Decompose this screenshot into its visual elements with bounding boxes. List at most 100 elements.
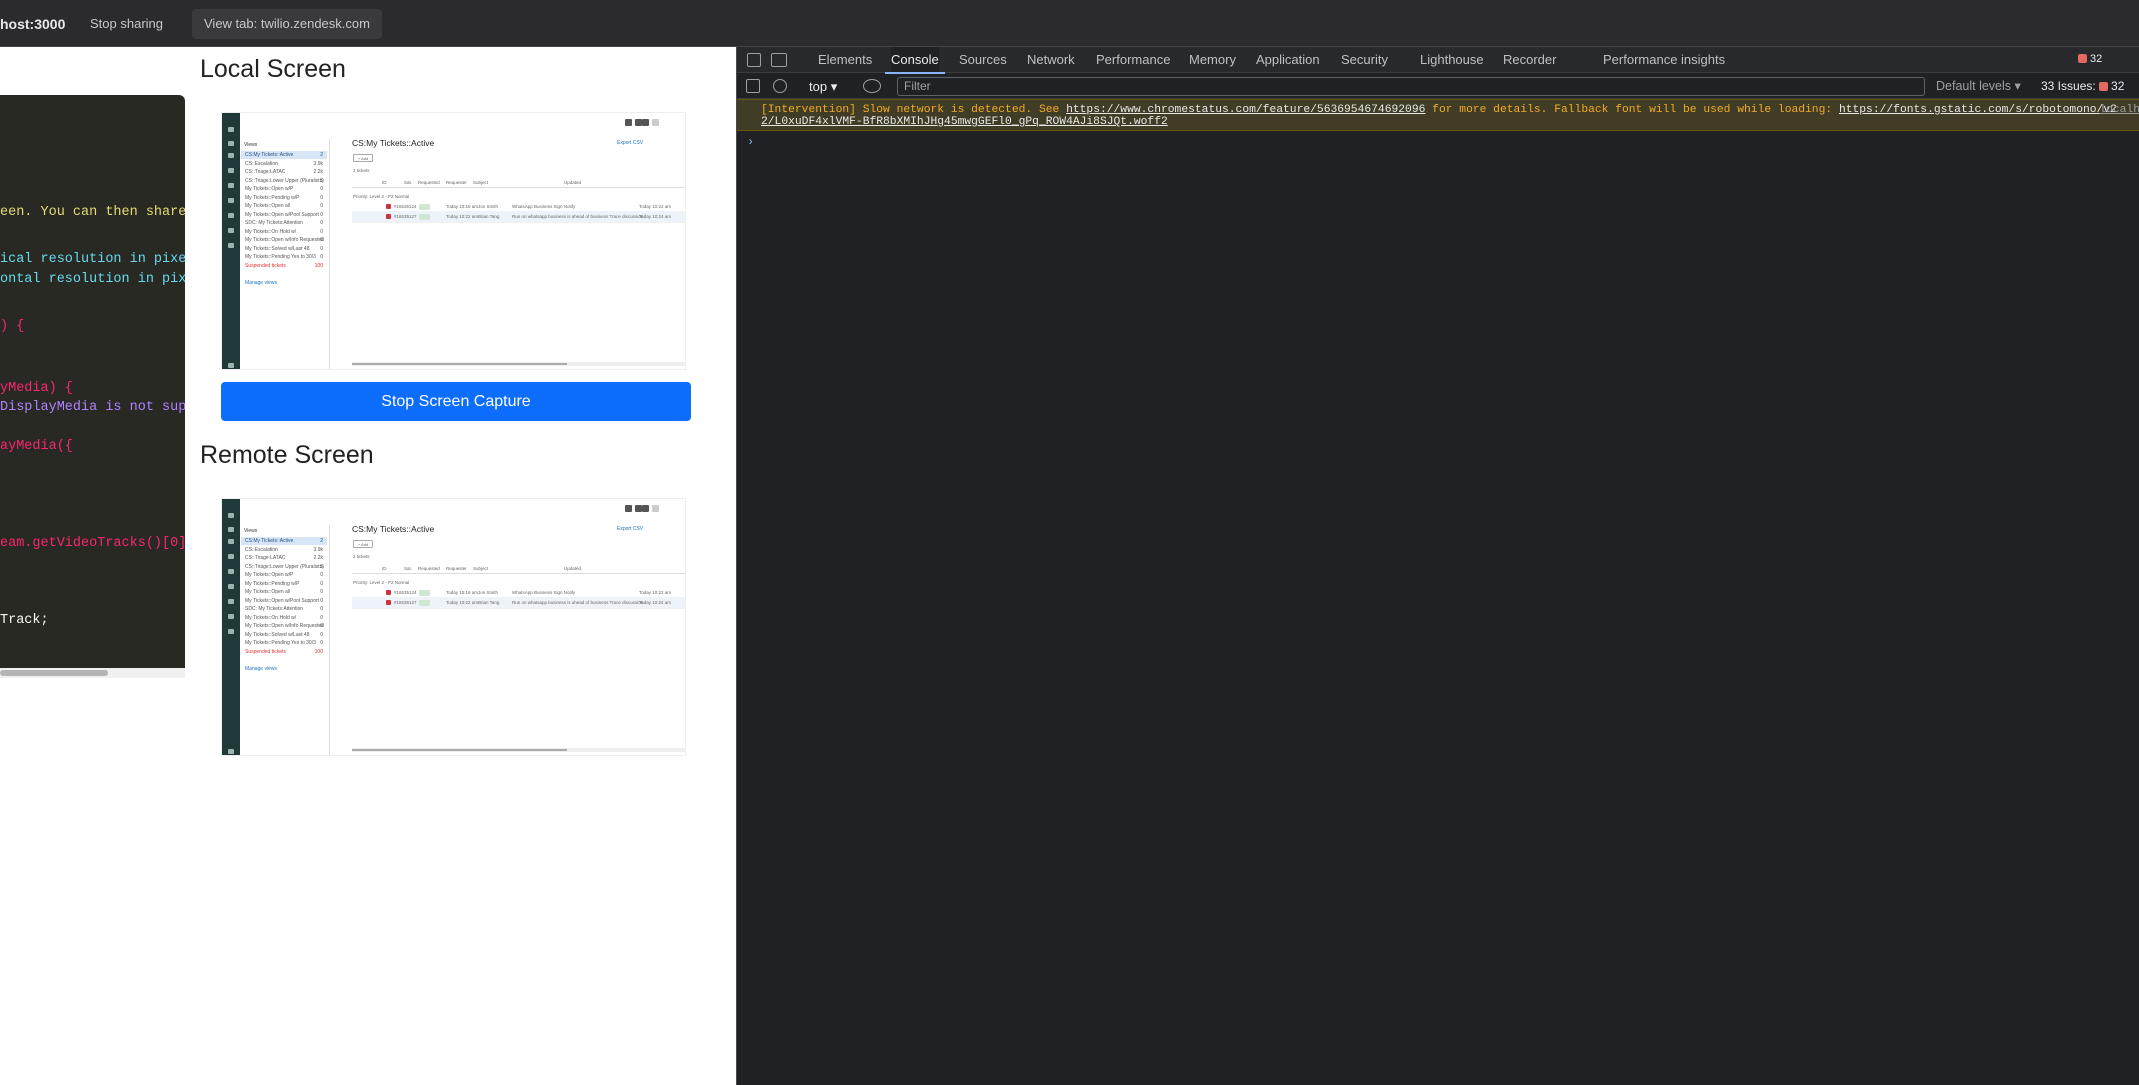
view-count: 0 bbox=[320, 623, 323, 629]
view-item: CS:My Tickets::Active 2 bbox=[241, 537, 327, 545]
view-item: Suspended tickets 100 bbox=[241, 648, 327, 656]
shared-page-title: CS:My Tickets::Active bbox=[352, 524, 435, 534]
tab-recorder[interactable]: Recorder bbox=[1503, 47, 1556, 73]
code-line: Track; bbox=[0, 613, 49, 628]
sat-badge bbox=[419, 600, 430, 606]
view-label: Manage views bbox=[245, 280, 277, 286]
nav-rail-icon bbox=[228, 243, 234, 248]
view-item: My Tickets::Open w/Pool Support 0 bbox=[241, 597, 327, 605]
code-line: een. You can then share bbox=[0, 205, 185, 220]
view-count: 0 bbox=[320, 220, 323, 226]
add-button: + Add bbox=[353, 154, 373, 162]
views-header: Views bbox=[244, 142, 258, 148]
ticket-requester: Brian Tang bbox=[478, 214, 500, 219]
ticket-requester: Brian Tang bbox=[478, 600, 500, 605]
tab-console[interactable]: Console bbox=[885, 47, 945, 74]
view-item: My Tickets::Solved w/Last 48 0 bbox=[241, 245, 327, 253]
chromestatus-link[interactable]: https://www.chromestatus.com/feature/563… bbox=[1066, 104, 1425, 116]
view-count: 0 bbox=[320, 211, 323, 218]
ticket-subject: Run on whatsapp business is ahead of bus… bbox=[512, 600, 644, 605]
error-icon bbox=[2078, 54, 2087, 63]
view-label: CS:My Tickets::Active bbox=[245, 152, 294, 158]
view-label: SDC: My Tickets:Attention bbox=[245, 606, 304, 612]
ticket-id: #16535127 bbox=[394, 214, 417, 219]
tab-sources[interactable]: Sources bbox=[959, 47, 1007, 73]
console-prompt[interactable]: › bbox=[747, 135, 754, 149]
message-source-link[interactable]: localh bbox=[2099, 104, 2139, 116]
sat-badge bbox=[419, 204, 430, 210]
view-item: SDC: My Tickets:Attention 0 bbox=[241, 605, 327, 613]
tab-security[interactable]: Security bbox=[1341, 47, 1388, 73]
local-screen-video: Views CS:My Tickets::Active 2 CS::Escalatio… bbox=[221, 112, 686, 370]
nav-rail-icon bbox=[228, 127, 234, 132]
view-item: My Tickets::Pending w/P 0 bbox=[241, 194, 327, 202]
view-count: 0 bbox=[320, 606, 323, 612]
context-selector[interactable]: top ▾ bbox=[809, 78, 837, 95]
view-label: My Tickets::Pending Yes to 30/3 bbox=[245, 640, 316, 646]
tab-memory[interactable]: Memory bbox=[1189, 47, 1236, 73]
error-count-badge[interactable]: 32 bbox=[2078, 53, 2102, 65]
code-horizontal-scrollbar[interactable] bbox=[0, 668, 185, 678]
nav-rail-icon bbox=[228, 584, 234, 589]
tab-elements[interactable]: Elements bbox=[818, 47, 872, 73]
ticket-updated: Today 10:24 am bbox=[639, 214, 672, 219]
device-toolbar-icon[interactable] bbox=[771, 53, 787, 67]
view-count: 0 bbox=[320, 228, 323, 235]
view-label: CS:My Tickets::Active bbox=[245, 538, 294, 544]
console-warning-message: [Intervention] Slow network is detected.… bbox=[737, 99, 2139, 131]
nav-rail-icon bbox=[228, 213, 234, 218]
view-label: CS::Escalation bbox=[245, 160, 278, 167]
view-label: My Tickets::Pending w/P bbox=[245, 194, 300, 201]
font-link-part2[interactable]: 2/L0xuDF4xlVMF-BfR8bXMIhJHg45mwgGEFl0_gP… bbox=[761, 116, 1168, 128]
tab-performance-insights[interactable]: Performance insights bbox=[1603, 47, 1725, 73]
view-label: My Tickets::Pending w/P bbox=[245, 580, 300, 587]
shared-scrollbar-thumb bbox=[352, 363, 567, 365]
view-label: CS::Triage:Lower Upper (Pluralists) bbox=[245, 177, 324, 184]
view-item: SDC: My Tickets:Attention 0 bbox=[241, 219, 327, 227]
issues-count: 32 bbox=[2111, 79, 2125, 93]
export-link: Export CSV bbox=[617, 140, 644, 146]
view-count: 2.2k bbox=[313, 169, 323, 175]
view-label: Suspended tickets bbox=[245, 262, 286, 269]
tab-performance[interactable]: Performance bbox=[1096, 47, 1170, 73]
log-levels-dropdown[interactable]: Default levels ▾ bbox=[1936, 78, 2021, 95]
console-filter-input[interactable]: Filter bbox=[897, 77, 1925, 96]
view-count: 3.9k bbox=[313, 160, 323, 167]
inspect-element-icon[interactable] bbox=[747, 53, 761, 67]
nav-rail bbox=[222, 499, 240, 755]
issues-counter[interactable]: 33 Issues: 32 bbox=[2041, 78, 2124, 95]
sidebar-toggle-icon[interactable] bbox=[746, 79, 760, 93]
toolbar-icon bbox=[642, 505, 649, 512]
clear-console-icon[interactable] bbox=[773, 79, 787, 93]
view-item: My Tickets::Solved w/Last 48 0 bbox=[241, 631, 327, 639]
view-label: CS::Escalation bbox=[245, 546, 278, 553]
view-tab-button[interactable]: View tab: twilio.zendesk.com bbox=[192, 9, 382, 39]
ticket-requested: Today 10:22 am bbox=[446, 214, 479, 219]
issues-label: 33 Issues: bbox=[2041, 79, 2096, 93]
font-link-part1[interactable]: https://fonts.gstatic.com/s/robotomono/v… bbox=[1839, 104, 2117, 116]
tab-lighthouse[interactable]: Lighthouse bbox=[1420, 47, 1484, 73]
view-item: CS::Triage:Lower Upper (Pluralists) 5 bbox=[241, 177, 327, 185]
shared-scrollbar bbox=[352, 362, 685, 366]
nav-rail-icon bbox=[228, 629, 234, 634]
live-expression-eye-icon[interactable] bbox=[863, 79, 881, 93]
stop-sharing-button[interactable]: Stop sharing bbox=[78, 9, 175, 39]
scrollbar-thumb[interactable] bbox=[0, 670, 108, 676]
tab-application[interactable]: Application bbox=[1256, 47, 1320, 73]
view-count: 0 bbox=[320, 614, 323, 621]
view-item: My Tickets::Open w/Info Requested 0 bbox=[241, 236, 327, 244]
ticket-count: 2 tickets bbox=[353, 168, 370, 173]
view-item: CS::Escalation 3.9k bbox=[241, 546, 327, 554]
stop-screen-capture-button[interactable]: Stop Screen Capture bbox=[221, 382, 691, 421]
view-item: My Tickets::Pending w/P 0 bbox=[241, 580, 327, 588]
view-label: CS::Triage:Lower Upper (Pluralists) bbox=[245, 563, 324, 570]
warning-prefix: [Intervention] Slow network is detected.… bbox=[761, 104, 1067, 116]
view-label: My Tickets::Pending Yes to 30/3 bbox=[245, 254, 316, 260]
nav-rail-icon bbox=[228, 153, 234, 158]
nav-rail-icon bbox=[228, 513, 234, 518]
tab-network[interactable]: Network bbox=[1027, 47, 1075, 73]
devtools-panel: Elements Console Sources Network Perform… bbox=[736, 47, 2139, 1085]
ticket-count: 2 tickets bbox=[353, 554, 370, 559]
view-label: My Tickets::On Hold w/ bbox=[245, 228, 297, 235]
view-item: Manage views bbox=[241, 665, 327, 673]
